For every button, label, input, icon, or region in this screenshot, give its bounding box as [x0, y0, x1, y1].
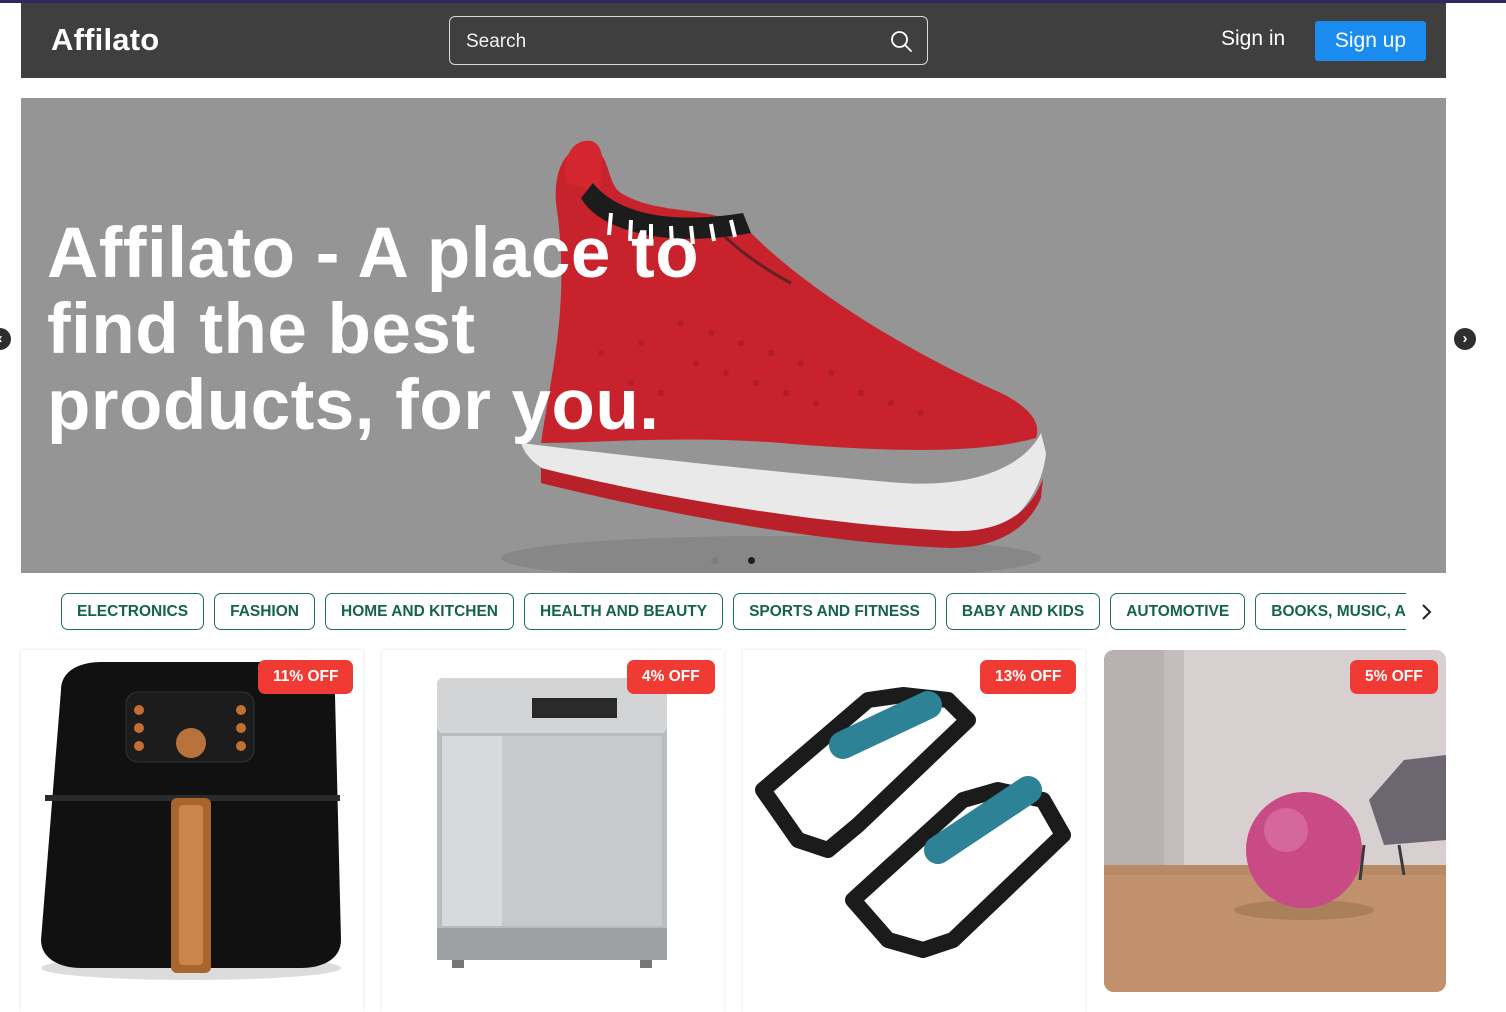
carousel-dot-2-active[interactable] [748, 557, 755, 564]
push-up-bars-image [743, 650, 1085, 992]
product-card-push-up-bars[interactable]: 13% OFF [743, 650, 1085, 1012]
discount-badge: 13% OFF [980, 660, 1077, 694]
chevron-right-icon[interactable] [1414, 598, 1438, 626]
category-chip-bar: ELECTRONICS FASHION HOME AND KITCHEN HEALTH… [61, 593, 1406, 630]
product-image [743, 650, 1085, 992]
dishwasher-image [382, 650, 724, 992]
search-icon[interactable] [889, 29, 913, 53]
product-card-exercise-ball[interactable]: 5% OFF [1104, 650, 1446, 1012]
top-navbar: Affilato Sign in Sign up [21, 3, 1446, 78]
exercise-ball-image [1104, 650, 1446, 992]
search-box [449, 16, 928, 66]
chevron-left-icon[interactable]: ‹ [0, 328, 11, 350]
product-card-dishwasher[interactable]: 4% OFF [382, 650, 724, 1012]
hero-carousel: Affilato - A place to find the best prod… [21, 98, 1446, 573]
site-logo[interactable]: Affilato [51, 22, 159, 58]
discount-badge: 5% OFF [1350, 660, 1438, 694]
product-card-air-fryer[interactable]: 11% OFF [21, 650, 363, 1012]
hero-title: Affilato - A place to find the best prod… [47, 214, 700, 445]
category-chip-sports-and-fitness[interactable]: SPORTS AND FITNESS [733, 593, 936, 630]
product-image [21, 650, 363, 992]
discount-badge: 4% OFF [627, 660, 715, 694]
category-chip-home-and-kitchen[interactable]: HOME AND KITCHEN [325, 593, 515, 630]
category-chip-books-music-and-movies[interactable]: BOOKS, MUSIC, AND MOVIES [1255, 593, 1406, 630]
carousel-dot-1[interactable] [711, 557, 718, 564]
product-image [382, 650, 724, 992]
chevron-right-icon[interactable]: › [1454, 328, 1476, 350]
category-chip-electronics[interactable]: ELECTRONICS [61, 593, 205, 630]
product-image [1104, 650, 1446, 992]
discount-badge: 11% OFF [258, 660, 354, 694]
air-fryer-image [21, 650, 363, 992]
sign-in-link[interactable]: Sign in [1221, 27, 1285, 51]
category-chip-health-and-beauty[interactable]: HEALTH AND BEAUTY [524, 593, 724, 630]
search-input[interactable] [450, 17, 888, 66]
category-chip-baby-and-kids[interactable]: BABY AND KIDS [945, 593, 1101, 630]
category-chip-fashion[interactable]: FASHION [214, 593, 315, 630]
category-chip-automotive[interactable]: AUTOMOTIVE [1110, 593, 1246, 630]
sign-up-button[interactable]: Sign up [1315, 21, 1426, 61]
